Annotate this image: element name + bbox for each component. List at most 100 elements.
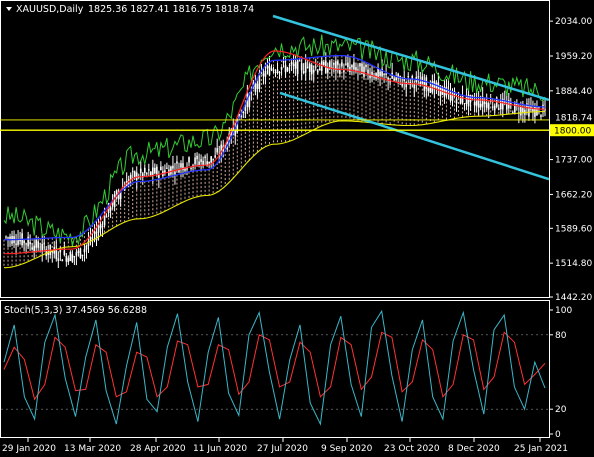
candle-body <box>520 106 522 116</box>
time-tick-label: 29 Jan 2020 <box>2 444 56 454</box>
candle-body <box>359 63 361 67</box>
candle-body <box>105 216 108 218</box>
candle-body <box>314 66 317 68</box>
candle-body <box>427 88 430 92</box>
time-tick-label: 25 Jan 2021 <box>514 444 568 454</box>
candle-body <box>135 172 138 180</box>
candle-body <box>351 65 353 68</box>
candle-body <box>152 167 154 175</box>
candle-body <box>266 65 269 69</box>
stoch-tick-label: 80 <box>555 331 567 341</box>
candle-body <box>176 161 178 164</box>
candle-body <box>282 60 285 63</box>
candle-body <box>497 108 500 110</box>
candle-body <box>208 161 210 164</box>
candle-body <box>385 73 387 75</box>
candle-body <box>304 62 307 73</box>
candle-body <box>463 103 466 105</box>
candle-body <box>449 90 452 101</box>
price-axis[interactable]: 2034.00 1959.20 1884.40 1737.00 1662.20 1589.… <box>549 17 594 303</box>
price-tick-label: 1442.20 <box>555 293 592 303</box>
candle-body <box>475 100 478 106</box>
candle-body <box>61 259 64 262</box>
candle-body <box>353 62 355 70</box>
candle-body <box>214 155 216 158</box>
time-tick-label: 27 Jul 2020 <box>257 444 308 454</box>
candle-body <box>190 167 192 169</box>
candle-body <box>499 99 502 110</box>
candle-body <box>174 171 176 175</box>
candle-body <box>7 237 9 239</box>
candle-body <box>290 62 293 65</box>
candle-body <box>194 157 196 165</box>
candle-body <box>198 161 200 165</box>
time-tick-label: 23 Oct 2020 <box>384 444 440 454</box>
candle-body <box>83 249 86 253</box>
candle-body <box>417 76 420 78</box>
candle-body <box>156 166 158 175</box>
candle-body <box>27 236 29 247</box>
candle-body <box>99 224 102 229</box>
candle-body <box>143 167 146 173</box>
time-tick-label: 28 Apr 2020 <box>130 444 186 454</box>
candle-body <box>63 250 66 255</box>
candle-body <box>278 72 281 74</box>
candle-body <box>347 62 349 68</box>
candle-body <box>67 257 70 263</box>
candle-body <box>485 102 488 108</box>
candle-body <box>71 254 74 262</box>
candle-body <box>200 159 202 162</box>
candle-body <box>363 66 365 77</box>
candle-body <box>288 65 291 67</box>
candle-body <box>109 207 112 211</box>
candle-body <box>131 171 134 173</box>
time-tick-label: 13 Mar 2020 <box>64 444 121 454</box>
candle-body <box>244 107 247 111</box>
candle-body <box>77 250 80 253</box>
candle-body <box>216 148 218 153</box>
candle-body <box>276 69 279 73</box>
price-tick-label: 1662.20 <box>555 190 592 200</box>
candle-body <box>369 75 371 79</box>
price-tick-label: 2034.00 <box>555 17 592 27</box>
candle-body <box>292 63 295 67</box>
candle-body <box>395 77 397 81</box>
candle-body <box>401 83 404 86</box>
candle-body <box>180 163 182 168</box>
candle-body <box>210 156 212 163</box>
candle-body <box>160 166 162 171</box>
candle-body <box>79 248 82 259</box>
candle-body <box>274 71 277 73</box>
level-badge-label: 1800.00 <box>554 127 591 137</box>
candle-body <box>308 64 311 73</box>
chart-canvas[interactable]: XAUUSD,Daily 1825.36 1827.41 1816.75 181… <box>0 0 594 457</box>
candle-body <box>172 165 174 169</box>
price-tick-label: 1959.20 <box>555 52 592 62</box>
candle-body <box>341 62 343 67</box>
candle-body <box>5 236 7 238</box>
candle-body <box>322 62 325 66</box>
candle-body <box>473 101 476 106</box>
candle-body <box>25 243 27 245</box>
candle-body <box>280 67 283 70</box>
candle-body <box>69 251 72 262</box>
candle-body <box>254 82 257 92</box>
candle-body <box>33 245 35 252</box>
candle-body <box>256 83 259 89</box>
candle-body <box>310 64 313 75</box>
stoch-tick-label: 20 <box>555 405 567 415</box>
price-tick-label: 1884.40 <box>555 87 592 97</box>
candle-body <box>469 94 472 102</box>
candle-body <box>383 73 385 75</box>
candle-body <box>483 101 486 104</box>
candle-body <box>81 254 84 256</box>
candle-body <box>514 102 516 113</box>
candle-body <box>91 237 94 239</box>
candle-body <box>425 77 428 89</box>
price-tick-label: 1589.60 <box>555 224 592 234</box>
candle-body <box>268 66 271 76</box>
candle-body <box>97 225 100 233</box>
candle-body <box>29 242 31 245</box>
symbol-title: XAUUSD,Daily <box>16 4 84 15</box>
ohlc-values: 1825.36 1827.41 1816.75 1818.74 <box>88 4 254 15</box>
